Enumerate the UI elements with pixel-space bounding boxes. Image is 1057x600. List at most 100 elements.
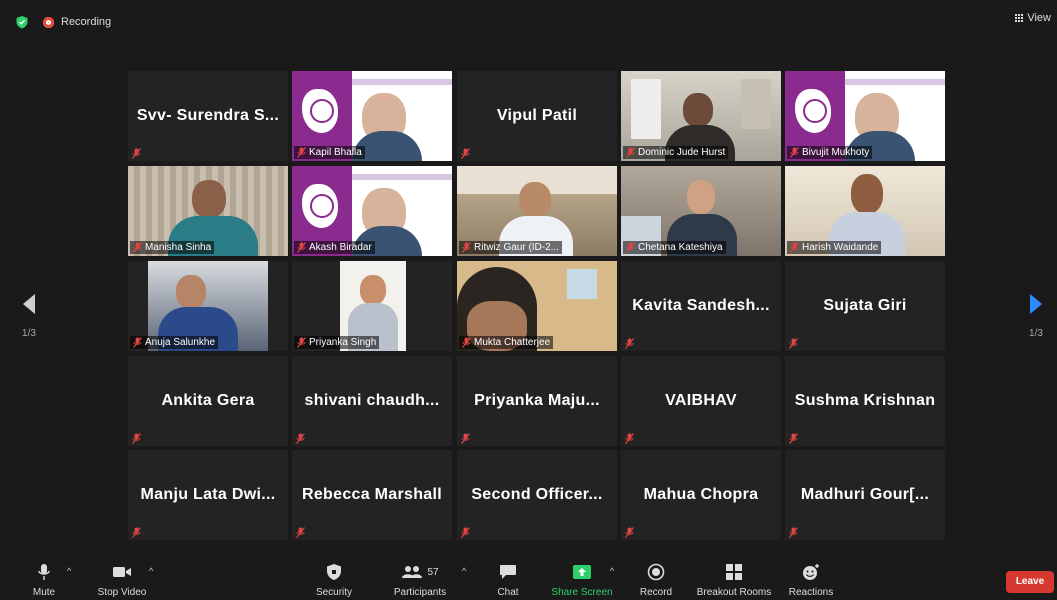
participant-tile[interactable]: Sujata Giri <box>785 261 945 351</box>
stop-video-label: Stop Video <box>97 587 147 598</box>
participant-name: Dominic Jude Hurst <box>638 147 726 158</box>
participant-name-label: Akash Biradar <box>294 241 375 254</box>
participants-label: Participants <box>393 587 447 598</box>
mic-muted-icon <box>789 525 798 538</box>
share-options-caret-icon[interactable]: ^ <box>610 566 614 576</box>
participant-name-label: Ritwiz Gaur (ID-2... <box>459 241 563 254</box>
participant-tile[interactable]: Sushma Krishnan <box>785 356 945 446</box>
participant-name: Sujata Giri <box>823 297 907 314</box>
mic-muted-icon <box>461 431 470 444</box>
video-options-caret-icon[interactable]: ^ <box>149 566 153 576</box>
participant-name: Mukta Chatterjee <box>474 337 551 348</box>
breakout-rooms-label: Breakout Rooms <box>696 587 772 598</box>
mic-muted-icon <box>133 337 142 348</box>
participant-name: Anuja Salunkhe <box>145 337 216 348</box>
participant-tile[interactable]: VAIBHAV <box>621 356 781 446</box>
participant-name-label: Kapil Bhalla <box>294 146 365 159</box>
participant-tile[interactable]: Dominic Jude Hurst <box>621 71 781 161</box>
participant-tile[interactable]: Priyanka Maju... <box>457 356 617 446</box>
mic-muted-icon <box>625 336 634 349</box>
arrow-left-icon <box>23 294 35 314</box>
participant-tile[interactable]: Akash Biradar <box>292 166 452 256</box>
recording-label[interactable]: Recording <box>61 16 111 28</box>
participant-name-label: Anuja Salunkhe <box>130 336 219 349</box>
view-label: View <box>1027 12 1051 24</box>
participant-tile[interactable]: Vipul Patil <box>457 71 617 161</box>
participant-tile[interactable]: Priyanka Singh <box>292 261 452 351</box>
record-button[interactable]: Record <box>638 562 674 598</box>
chat-button[interactable]: Chat <box>494 562 522 598</box>
participant-tile[interactable]: Harish Waidande <box>785 166 945 256</box>
participant-tile[interactable]: Svv- Surendra S... <box>128 71 288 161</box>
participant-name: Bivujit Mukhoty <box>802 147 870 158</box>
mic-muted-icon <box>625 431 634 444</box>
participant-tile[interactable]: Rebecca Marshall <box>292 450 452 540</box>
participant-tile[interactable]: Manisha Sinha <box>128 166 288 256</box>
breakout-rooms-button[interactable]: Breakout Rooms <box>694 562 774 598</box>
mic-muted-icon <box>789 431 798 444</box>
participant-tile[interactable]: Kavita Sandesh... <box>621 261 781 351</box>
participant-name-label: Dominic Jude Hurst <box>623 146 729 159</box>
participant-tile[interactable]: Ritwiz Gaur (ID-2... <box>457 166 617 256</box>
participant-name: Kapil Bhalla <box>309 147 362 158</box>
participant-name: Ankita Gera <box>161 392 255 409</box>
mic-muted-icon <box>132 431 141 444</box>
participant-name: VAIBHAV <box>665 392 737 409</box>
participants-button[interactable]: 57 Participants <box>390 562 450 598</box>
mic-muted-icon <box>626 242 635 253</box>
mic-muted-icon <box>625 525 634 538</box>
participant-tile[interactable]: Madhuri Gour[... <box>785 450 945 540</box>
participant-name-label: Bivujit Mukhoty <box>787 146 873 159</box>
participant-name: Vipul Patil <box>496 107 578 124</box>
mic-muted-icon <box>461 146 470 159</box>
participant-tile[interactable]: Anuja Salunkhe <box>128 261 288 351</box>
view-button[interactable]: View <box>1014 12 1051 24</box>
stop-video-button[interactable]: Stop Video <box>92 562 152 598</box>
security-icon <box>327 564 341 580</box>
top-bar: Recording View <box>0 0 1057 44</box>
record-icon <box>647 563 665 581</box>
audio-options-caret-icon[interactable]: ^ <box>67 566 71 576</box>
participant-name: Rebecca Marshall <box>302 486 442 503</box>
leave-button[interactable]: Leave <box>1006 571 1054 593</box>
participant-tile[interactable]: Manju Lata Dwi... <box>128 450 288 540</box>
recording-icon[interactable] <box>43 17 54 28</box>
participants-options-caret-icon[interactable]: ^ <box>462 566 466 576</box>
participant-name: Mahua Chopra <box>643 486 759 503</box>
participant-tile[interactable]: shivani chaudh... <box>292 356 452 446</box>
reactions-button[interactable]: Reactions <box>786 562 836 598</box>
participant-name: Priyanka Singh <box>309 337 377 348</box>
participant-tile[interactable]: Chetana Kateshiya <box>621 166 781 256</box>
participant-tile[interactable]: Second Officer... <box>457 450 617 540</box>
participant-tile[interactable]: Bivujit Mukhoty <box>785 71 945 161</box>
chat-icon <box>500 565 516 579</box>
participant-tile[interactable]: Mukta Chatterjee <box>457 261 617 351</box>
reactions-smiley-icon <box>803 564 819 580</box>
previous-page-button[interactable]: 1/3 <box>22 293 36 339</box>
mic-muted-icon <box>461 525 470 538</box>
participant-name: Manisha Sinha <box>145 242 212 253</box>
share-screen-icon <box>573 565 591 579</box>
participant-name-label: Chetana Kateshiya <box>623 241 726 254</box>
share-screen-button[interactable]: Share Screen <box>550 562 614 598</box>
participant-tile[interactable]: Kapil Bhalla <box>292 71 452 161</box>
mic-muted-icon <box>297 147 306 158</box>
breakout-rooms-icon <box>726 564 742 580</box>
participant-name: Svv- Surendra S... <box>136 107 280 124</box>
participant-name-label: Manisha Sinha <box>130 241 215 254</box>
mute-button[interactable]: Mute <box>28 562 60 598</box>
microphone-icon <box>38 564 50 580</box>
security-shield-icon[interactable] <box>15 15 29 29</box>
security-button[interactable]: Security <box>312 562 356 598</box>
participant-tile[interactable]: Mahua Chopra <box>621 450 781 540</box>
mic-muted-icon <box>462 242 471 253</box>
next-page-button[interactable]: 1/3 <box>1029 293 1043 339</box>
participant-gallery: Svv- Surendra S... Kapil Bhalla Vipul Pati… <box>128 71 946 541</box>
video-camera-icon <box>113 567 131 577</box>
mic-muted-icon <box>132 146 141 159</box>
participant-name: Ritwiz Gaur (ID-2... <box>474 242 560 253</box>
participant-tile[interactable]: Ankita Gera <box>128 356 288 446</box>
participants-count: 57 <box>427 566 439 578</box>
record-label: Record <box>639 587 673 598</box>
mic-muted-icon <box>790 242 799 253</box>
